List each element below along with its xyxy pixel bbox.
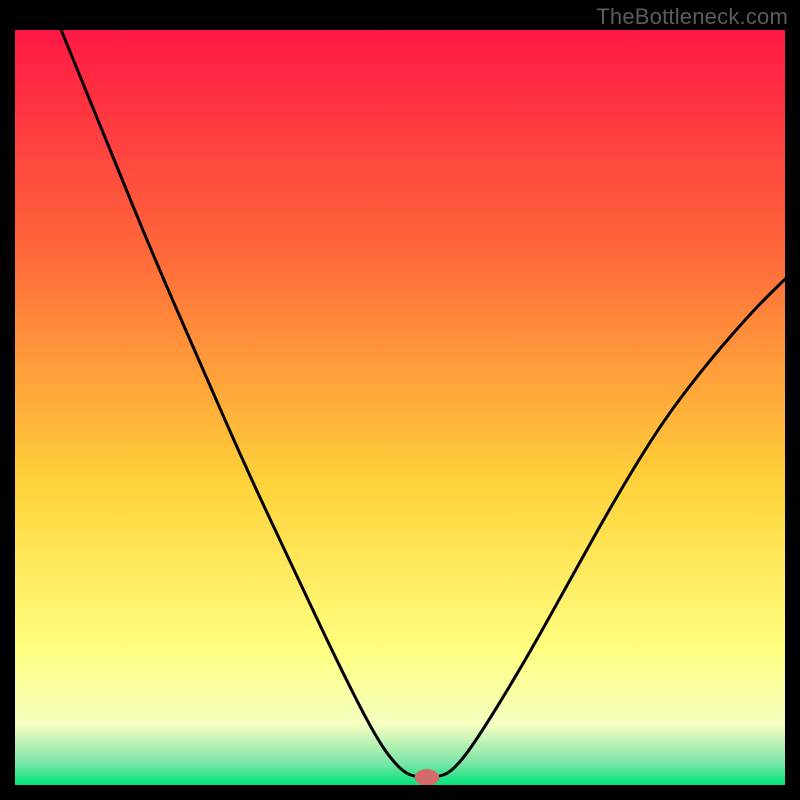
plot-area <box>15 30 785 785</box>
bottleneck-chart <box>15 30 785 785</box>
chart-stage: TheBottleneck.com <box>0 0 800 800</box>
selected-point-marker <box>415 769 440 785</box>
gradient-background <box>15 30 785 785</box>
watermark-text: TheBottleneck.com <box>596 4 788 30</box>
